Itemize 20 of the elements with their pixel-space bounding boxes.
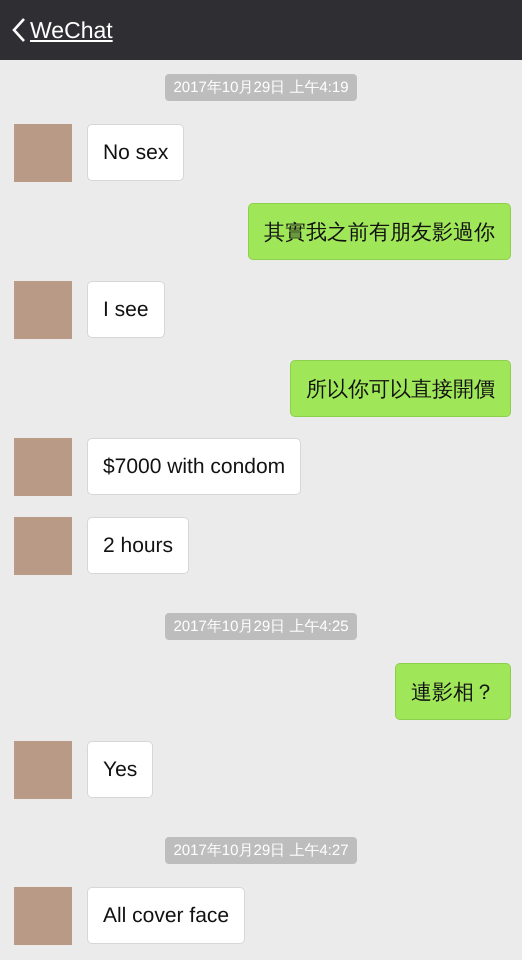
avatar-photo-placeholder[interactable]: [14, 887, 72, 945]
received-message-bubble: All cover face: [87, 887, 246, 944]
received-message-bubble: 2 hours: [87, 517, 190, 574]
timestamp: 2017年10月29日 上午4:25: [165, 613, 357, 640]
sent-message-bubble: 所以你可以直接開價: [290, 360, 511, 417]
avatar-photo-placeholder[interactable]: [14, 741, 72, 799]
received-message-bubble: Yes: [87, 741, 154, 798]
timestamp: 2017年10月29日 上午4:19: [165, 74, 357, 101]
received-message-bubble: No sex: [87, 124, 184, 181]
timestamp: 2017年10月29日 上午4:27: [165, 837, 357, 864]
sent-message-bubble: 其實我之前有朋友影過你: [248, 203, 511, 260]
received-message-bubble: $7000 with condom: [87, 438, 302, 495]
avatar-photo-placeholder[interactable]: [14, 438, 72, 496]
back-chevron-icon: [12, 17, 26, 43]
back-link[interactable]: WeChat: [12, 16, 113, 44]
avatar-photo-placeholder[interactable]: [14, 517, 72, 575]
avatar-photo-placeholder[interactable]: [14, 124, 72, 182]
avatar-photo-placeholder[interactable]: [14, 281, 72, 339]
sent-message-bubble: 連影相？: [395, 663, 511, 720]
received-message-bubble: I see: [87, 281, 165, 338]
